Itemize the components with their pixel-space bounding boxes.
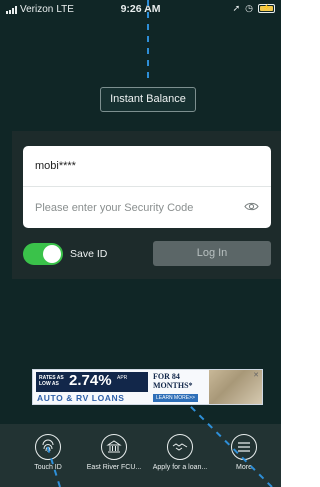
ad-learn-more[interactable]: LEARN MORE>> <box>153 394 198 402</box>
status-right: ➚ ◷ ⚡ <box>233 3 275 14</box>
nav-label: East River FCU... <box>86 464 142 471</box>
ad-apr: APR <box>117 375 128 381</box>
save-id-toggle[interactable] <box>23 243 63 265</box>
ad-months: FOR 84 MONTHS* <box>153 372 193 390</box>
alarm-icon: ◷ <box>245 3 253 13</box>
nav-item-touch-id[interactable]: Touch ID <box>18 434 78 471</box>
ad-close-icon[interactable]: ✕ <box>252 372 260 380</box>
nav-label: More <box>236 464 252 471</box>
app-screen: Verizon LTE 9:26 AM ➚ ◷ ⚡ Instant Balanc… <box>0 0 281 487</box>
bottom-nav: Touch ID East River FCU... Apply for a l… <box>0 424 281 487</box>
ad-banner[interactable]: RATES AS LOW AS 2.74% APR FOR 84 MONTHS*… <box>32 369 263 405</box>
handshake-icon <box>167 434 193 460</box>
fingerprint-icon <box>35 434 61 460</box>
status-bar: Verizon LTE 9:26 AM ➚ ◷ ⚡ <box>0 0 281 18</box>
nav-item-apply-loan[interactable]: Apply for a loan... <box>150 434 210 471</box>
login-button[interactable]: Log In <box>153 241 271 266</box>
battery-icon: ⚡ <box>258 4 275 13</box>
ad-rate: 2.74% <box>69 372 112 389</box>
username-value: mobi**** <box>35 160 76 172</box>
nav-item-east-river[interactable]: East River FCU... <box>84 434 144 471</box>
eye-icon[interactable] <box>244 201 259 212</box>
toggle-knob <box>43 245 61 263</box>
nav-label: Touch ID <box>34 464 62 471</box>
login-card: mobi**** Please enter your Security Code <box>23 146 271 228</box>
nav-item-more[interactable]: More <box>214 434 274 471</box>
bank-icon <box>101 434 127 460</box>
ad-rates-text: RATES AS LOW AS <box>39 375 64 387</box>
security-code-placeholder: Please enter your Security Code <box>35 201 194 214</box>
security-code-field[interactable]: Please enter your Security Code <box>23 187 271 228</box>
location-icon: ➚ <box>232 3 241 13</box>
username-field[interactable]: mobi**** <box>23 146 271 187</box>
menu-icon <box>231 434 257 460</box>
instant-balance-button[interactable]: Instant Balance <box>100 87 196 112</box>
ad-product: AUTO & RV LOANS <box>37 393 125 403</box>
save-id-label: Save ID <box>70 248 108 260</box>
nav-label: Apply for a loan... <box>152 464 208 471</box>
